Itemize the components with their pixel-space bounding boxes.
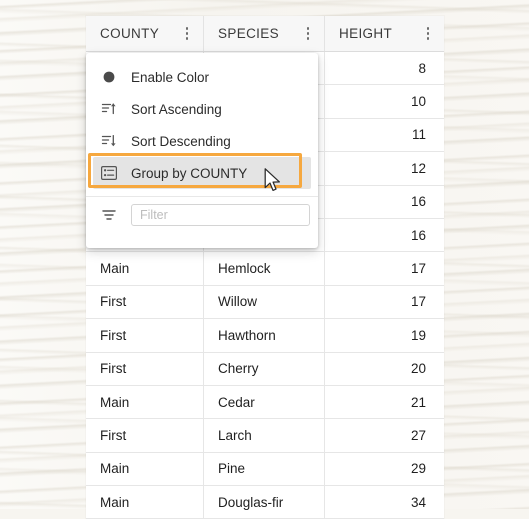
table-cell-species: Hawthorn	[204, 319, 325, 352]
kebab-dot	[185, 27, 189, 30]
column-header-height[interactable]: HEIGHT	[325, 16, 444, 51]
table-cell-height: 29	[410, 461, 426, 477]
filled-circle-icon	[100, 68, 118, 86]
menu-item-label: Sort Ascending	[131, 101, 222, 117]
table-cell-species: Willow	[204, 285, 325, 319]
column-header-label-height: HEIGHT	[339, 26, 393, 41]
table-cell-height: 8	[418, 60, 426, 76]
sort-descending-icon	[100, 132, 118, 150]
table-row[interactable]: First Willow 17	[86, 285, 444, 320]
table-cell-county: First	[86, 352, 204, 385]
column-header-county[interactable]: COUNTY	[86, 16, 204, 51]
sort-ascending-icon	[100, 100, 118, 118]
table-cell-species: Douglas-fir	[204, 486, 325, 519]
table-cell-species: Larch	[204, 419, 325, 452]
column-header-species[interactable]: SPECIES	[204, 16, 325, 51]
table-cell-height: 12	[410, 160, 426, 176]
table-cell-species: Cedar	[204, 385, 325, 419]
column-options-menu: Enable Color Sort Ascending Sort Descend…	[86, 53, 318, 248]
table-row[interactable]: First Hawthorn 19	[86, 319, 444, 353]
menu-item-label: Enable Color	[131, 69, 210, 85]
table-cell-height: 21	[410, 394, 426, 410]
table-cell-county: First	[86, 419, 204, 452]
menu-item-group-by-county[interactable]: Group by COUNTY	[93, 157, 311, 189]
kebab-dot	[185, 32, 189, 35]
menu-filter-row	[93, 197, 311, 233]
table-cell-county: First	[86, 285, 204, 319]
filter-input[interactable]	[131, 204, 310, 226]
table-cell-height: 34	[410, 494, 426, 510]
table-cell-county: Main	[86, 452, 204, 486]
column-menu-button-height[interactable]	[419, 21, 437, 47]
table-cell-county: Main	[86, 486, 204, 519]
menu-item-label: Sort Descending	[131, 133, 231, 149]
kebab-dot	[306, 32, 310, 35]
menu-item-label: Group by COUNTY	[131, 165, 248, 181]
group-by-list-icon	[100, 164, 118, 182]
column-header-label-species: SPECIES	[218, 26, 279, 41]
table-cell-height: 16	[410, 194, 426, 210]
table-cell-height: 16	[410, 227, 426, 243]
grid-header-row: COUNTY SPECIES HEIGHT	[86, 16, 444, 52]
table-cell-height: 19	[410, 327, 426, 343]
filter-funnel-icon	[100, 206, 118, 224]
kebab-dot	[306, 27, 310, 30]
table-row[interactable]: Main Cedar 21	[86, 385, 444, 420]
table-row[interactable]: First Cherry 20	[86, 352, 444, 386]
table-row[interactable]: Main Hemlock 17	[86, 252, 444, 286]
menu-item-sort-descending[interactable]: Sort Descending	[93, 125, 311, 157]
table-cell-height: 27	[410, 427, 426, 443]
table-row[interactable]: Main Pine 29	[86, 452, 444, 487]
table-cell-height: 17	[410, 294, 426, 310]
table-cell-height: 20	[410, 361, 426, 377]
table-cell-county: Main	[86, 252, 204, 285]
column-header-label-county: COUNTY	[100, 26, 160, 41]
kebab-dot	[426, 27, 430, 30]
table-cell-height: 17	[410, 261, 426, 277]
table-cell-species: Cherry	[204, 352, 325, 385]
table-cell-species: Pine	[204, 452, 325, 486]
column-menu-button-species[interactable]	[299, 21, 317, 47]
table-cell-height: 11	[411, 127, 426, 143]
table-row[interactable]: Main Douglas-fir 34	[86, 486, 444, 519]
table-cell-county: First	[86, 319, 204, 352]
kebab-dot	[426, 32, 430, 35]
kebab-dot	[185, 37, 189, 40]
kebab-dot	[426, 37, 430, 40]
menu-item-sort-ascending[interactable]: Sort Ascending	[93, 93, 311, 125]
table-cell-height: 10	[410, 94, 426, 110]
table-cell-species: Hemlock	[204, 252, 325, 285]
table-row[interactable]: First Larch 27	[86, 419, 444, 453]
kebab-dot	[306, 37, 310, 40]
column-menu-button-county[interactable]	[178, 21, 196, 47]
menu-item-enable-color[interactable]: Enable Color	[93, 61, 311, 93]
table-cell-county: Main	[86, 385, 204, 419]
